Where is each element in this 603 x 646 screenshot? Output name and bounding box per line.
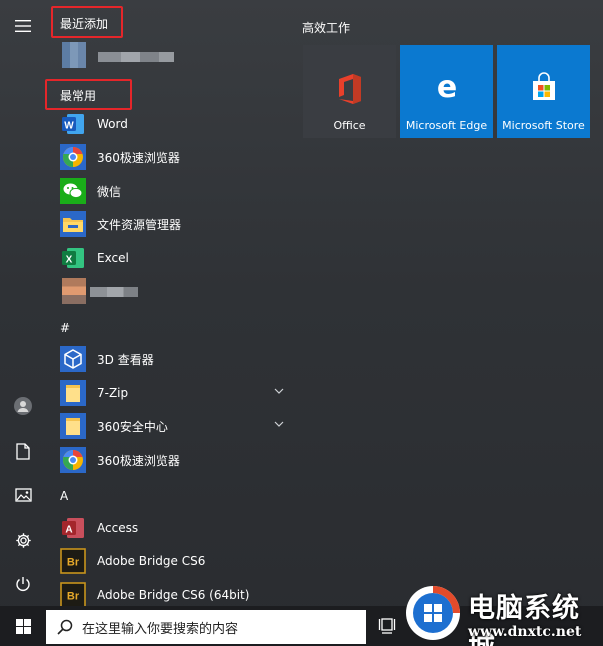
app-label: 微信 xyxy=(97,184,122,199)
app-label: Access xyxy=(97,521,139,535)
search-placeholder: 在这里输入你要搜索的内容 xyxy=(82,621,239,637)
tile-microsoft-store[interactable]: Microsoft Store xyxy=(497,45,590,138)
folder-icon xyxy=(60,413,86,439)
folder-icon xyxy=(60,380,86,406)
app-label: 3D 查看器 xyxy=(97,352,154,367)
svg-text:X: X xyxy=(66,255,73,266)
office-icon xyxy=(338,74,361,104)
360-browser-icon xyxy=(60,447,86,473)
windows-logo-icon xyxy=(15,618,31,634)
app-item-file-explorer[interactable]: 文件资源管理器 xyxy=(60,208,292,240)
app-item-word[interactable]: W Word xyxy=(60,108,292,140)
tile-office[interactable]: Office xyxy=(303,45,396,138)
tile-microsoft-edge[interactable]: e Microsoft Edge xyxy=(400,45,493,138)
app-item-excel[interactable]: X Excel xyxy=(60,242,292,274)
app-label: Adobe Bridge CS6 xyxy=(97,554,206,568)
blurred-app-icon xyxy=(62,42,86,68)
app-item-access[interactable]: A Access xyxy=(60,512,292,544)
recent-app-item-blurred[interactable] xyxy=(60,40,292,72)
app-label: 360安全中心 xyxy=(97,419,168,434)
start-menu-screen: 最近添加 最常用 W Word 360极速浏览器 微信 文件资源管理器 X Ex… xyxy=(0,0,603,646)
section-header-a: A xyxy=(60,489,69,503)
360-browser-icon xyxy=(60,144,86,170)
app-item-3d-viewer[interactable]: 3D 查看器 xyxy=(60,343,292,375)
pictures-icon xyxy=(14,488,32,502)
app-label: 360极速浏览器 xyxy=(97,150,180,165)
app-label: Adobe Bridge CS6 (64bit) xyxy=(97,588,250,602)
pictures-button[interactable] xyxy=(0,475,46,515)
svg-text:A: A xyxy=(65,525,72,536)
svg-text:e: e xyxy=(436,72,456,102)
task-view-button[interactable] xyxy=(378,616,396,638)
chevron-down-icon[interactable] xyxy=(274,420,284,428)
app-label: 360极速浏览器 xyxy=(97,453,180,468)
file-explorer-icon xyxy=(60,211,86,237)
access-icon: A xyxy=(60,515,86,541)
blurred-app-label xyxy=(98,52,174,62)
app-item-360-browser[interactable]: 360极速浏览器 xyxy=(60,141,292,173)
chevron-down-icon[interactable] xyxy=(274,387,284,395)
3d-viewer-icon xyxy=(60,346,86,372)
user-avatar-icon xyxy=(14,397,32,415)
power-icon xyxy=(16,577,30,591)
documents-button[interactable] xyxy=(0,431,46,471)
document-icon xyxy=(16,442,30,460)
tile-group-title: 高效工作 xyxy=(302,21,351,35)
edge-icon: e xyxy=(436,72,456,102)
app-label: Excel xyxy=(97,251,129,265)
gear-icon xyxy=(15,532,31,548)
app-item-blurred[interactable] xyxy=(60,276,292,308)
hamburger-icon xyxy=(15,20,31,32)
excel-icon: X xyxy=(60,245,86,271)
tile-label: Office xyxy=(333,119,366,132)
word-icon: W xyxy=(60,111,86,137)
section-header-most-used: 最常用 xyxy=(60,89,97,103)
app-item-360-browser-2[interactable]: 360极速浏览器 xyxy=(60,444,292,476)
svg-text:W: W xyxy=(64,121,74,132)
app-folder-360-security[interactable]: 360安全中心 xyxy=(60,410,292,442)
app-label: 7-Zip xyxy=(97,386,129,400)
store-icon xyxy=(532,72,555,100)
app-item-wechat[interactable]: 微信 xyxy=(60,175,292,207)
start-button[interactable] xyxy=(0,606,46,646)
app-label: 文件资源管理器 xyxy=(97,217,182,232)
account-button[interactable] xyxy=(0,386,46,426)
app-item-adobe-bridge[interactable]: Br Adobe Bridge CS6 xyxy=(60,545,292,577)
app-label: Word xyxy=(97,117,128,131)
start-rail xyxy=(0,0,46,606)
search-icon xyxy=(57,619,73,635)
wechat-icon xyxy=(60,178,86,204)
settings-button[interactable] xyxy=(0,520,46,560)
tile-label: Microsoft Edge xyxy=(405,119,488,132)
task-view-icon xyxy=(378,618,396,634)
tile-label: Microsoft Store xyxy=(502,119,585,132)
section-header-recently-added: 最近添加 xyxy=(60,17,109,31)
svg-text:Br: Br xyxy=(67,591,80,603)
watermark-url: www.dnxtc.net xyxy=(468,624,582,640)
expand-menu-button[interactable] xyxy=(0,6,46,46)
taskbar-search-box[interactable]: 在这里输入你要搜索的内容 xyxy=(46,610,366,644)
blurred-app-label xyxy=(90,287,138,297)
app-folder-7zip[interactable]: 7-Zip xyxy=(60,377,292,409)
blurred-app-icon xyxy=(62,278,86,304)
app-list: 最近添加 最常用 W Word 360极速浏览器 微信 文件资源管理器 X Ex… xyxy=(45,0,292,608)
section-header-hash: # xyxy=(60,321,71,335)
adobe-bridge-icon: Br xyxy=(60,582,86,608)
svg-text:Br: Br xyxy=(67,557,80,569)
site-watermark: 电脑系统城 www.dnxtc.net xyxy=(400,580,603,646)
power-button[interactable] xyxy=(0,564,46,604)
watermark-logo-icon xyxy=(406,586,460,640)
adobe-bridge-icon: Br xyxy=(60,548,86,574)
